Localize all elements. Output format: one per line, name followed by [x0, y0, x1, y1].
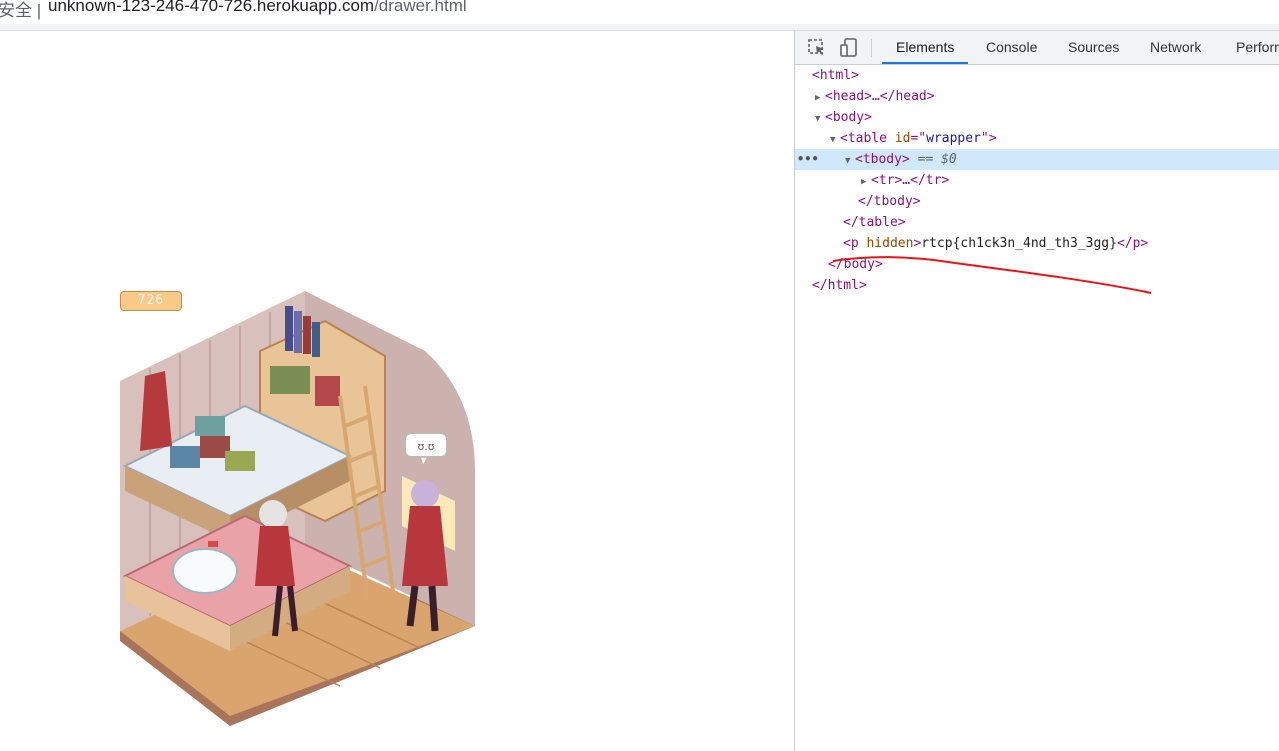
active-tab-indicator — [882, 62, 969, 64]
hidden-flag-text: rtcp{ch1ck3n_4nd_th3_3gg} — [921, 236, 1117, 251]
expand-triangle-icon[interactable]: ▶ — [815, 88, 825, 109]
tab-elements[interactable]: Elements — [882, 31, 969, 64]
tab-sources[interactable]: Sources — [1068, 31, 1119, 64]
badge-number: 726 — [137, 293, 165, 308]
security-label[interactable]: 安全 | — [0, 0, 41, 21]
dom-node-tbody-close[interactable]: </tbody> — [795, 191, 1279, 212]
url-text[interactable]: unknown-123-246-470-726.herokuapp.com/dr… — [48, 0, 467, 16]
dom-node-body-close[interactable]: </body> — [795, 254, 1279, 275]
dom-tree: <html> ▶ <head>…</head> ▼ <body> ▼ <table i… — [795, 65, 1279, 296]
collapse-triangle-icon[interactable]: ▼ — [845, 151, 855, 172]
dom-node-html[interactable]: <html> — [795, 65, 1279, 86]
url-host: unknown-123-246-470-726.herokuapp.com — [48, 0, 375, 15]
chicken-comb — [208, 541, 218, 547]
devtools-toolbar: Elements Console Sources Network Perform — [795, 31, 1279, 65]
devtools-panel: Elements Console Sources Network Perform… — [794, 31, 1279, 751]
address-bar[interactable]: 安全 | unknown-123-246-470-726.herokuapp.c… — [0, 0, 1279, 25]
more-options-icon[interactable]: ••• — [797, 149, 819, 170]
toolbar-separator — [871, 39, 872, 57]
pixel-art-room-illustration: 726 ʊ.ʊ — [110, 286, 480, 731]
number-badge: 726 — [120, 291, 182, 311]
chicken-plush — [172, 548, 238, 594]
dom-node-table[interactable]: ▼ <table id="wrapper"> — [795, 128, 1279, 149]
collapse-triangle-icon[interactable]: ▼ — [830, 130, 840, 151]
dom-node-table-close[interactable]: </table> — [795, 212, 1279, 233]
web-page: 726 ʊ.ʊ — [0, 31, 794, 751]
dom-node-head[interactable]: ▶ <head>…</head> — [795, 86, 1279, 107]
bunk-room-illustration: ʊ.ʊ — [120, 291, 475, 726]
expand-triangle-icon[interactable]: ▶ — [861, 172, 871, 193]
collapse-triangle-icon[interactable]: ▼ — [815, 109, 825, 130]
speech-bubble-text: ʊ.ʊ — [417, 440, 434, 453]
dom-node-hidden-p[interactable]: <p hidden>rtcp{ch1ck3n_4nd_th3_3gg}</p> — [795, 233, 1279, 254]
tab-network[interactable]: Network — [1150, 31, 1201, 64]
browser-divider — [0, 24, 1279, 31]
device-toolbar-icon[interactable] — [839, 38, 859, 58]
dom-node-body[interactable]: ▼ <body> — [795, 107, 1279, 128]
url-path: /drawer.html — [374, 0, 467, 15]
dom-node-tbody-selected[interactable]: ••• ▼ <tbody> == $0 — [795, 149, 1279, 170]
dom-node-html-close[interactable]: </html> — [795, 275, 1279, 296]
tab-performance[interactable]: Perform — [1236, 31, 1279, 64]
tab-console[interactable]: Console — [986, 31, 1037, 64]
inspect-element-icon[interactable] — [807, 38, 827, 58]
dom-node-tr[interactable]: ▶ <tr>…</tr> — [795, 170, 1279, 191]
